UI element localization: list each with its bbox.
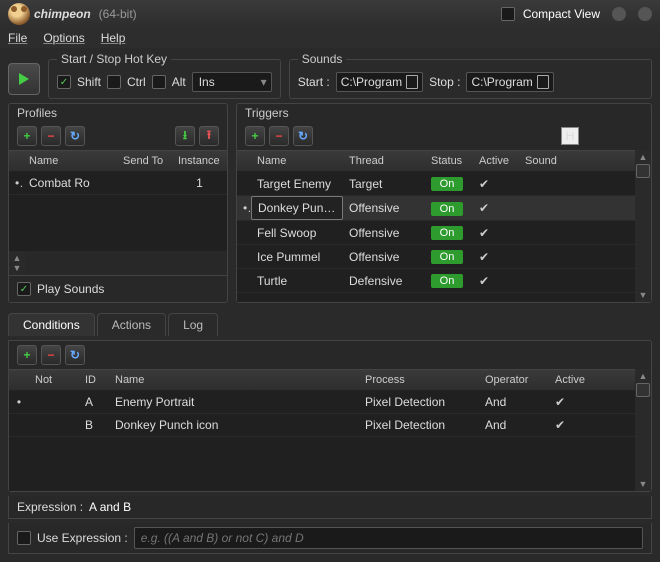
shift-label: Shift bbox=[77, 75, 101, 89]
col-cond-active[interactable]: Active bbox=[549, 370, 635, 390]
hotkey-legend: Start / Stop Hot Key bbox=[57, 52, 171, 66]
shift-checkbox[interactable]: ✓ bbox=[57, 75, 71, 89]
alt-label: Alt bbox=[172, 75, 186, 89]
trigger-row[interactable]: Fell SwoopOffensiveOn✔ bbox=[237, 221, 635, 245]
conditions-scrollbar[interactable]: ▲▼ bbox=[635, 369, 651, 491]
trigger-row[interactable]: Target EnemyTargetOn✔ bbox=[237, 172, 635, 196]
tab-log[interactable]: Log bbox=[168, 313, 218, 336]
col-trigger-name[interactable]: Name bbox=[251, 151, 343, 171]
col-operator[interactable]: Operator bbox=[479, 370, 549, 390]
condition-add-button[interactable]: + bbox=[17, 345, 37, 365]
scrollbar-handle[interactable] bbox=[636, 383, 650, 397]
profile-export-button[interactable]: ⭱ bbox=[199, 126, 219, 146]
menu-help[interactable]: Help bbox=[101, 31, 126, 45]
col-sendto[interactable]: Send To bbox=[117, 151, 172, 171]
expression-input[interactable] bbox=[134, 527, 643, 549]
condition-remove-button[interactable]: − bbox=[41, 345, 61, 365]
col-process[interactable]: Process bbox=[359, 370, 479, 390]
sounds-legend: Sounds bbox=[298, 52, 347, 66]
tab-conditions[interactable]: Conditions bbox=[8, 313, 95, 336]
trigger-add-button[interactable]: + bbox=[245, 126, 265, 146]
profiles-title: Profiles bbox=[9, 104, 227, 122]
profile-refresh-button[interactable]: ↻ bbox=[65, 126, 85, 146]
titlebar: chimpeon (64-bit) Compact View bbox=[0, 0, 660, 28]
triggers-scrollbar[interactable]: ▲▼ bbox=[635, 150, 651, 302]
stop-sound-path[interactable]: C:\Program bbox=[466, 72, 553, 92]
expression-label: Expression : bbox=[17, 500, 83, 514]
hotkey-key-combo[interactable]: Ins bbox=[192, 72, 272, 92]
menu-options[interactable]: Options bbox=[43, 31, 84, 45]
profile-row[interactable]: • Combat Ro 1 bbox=[9, 172, 227, 195]
col-sound[interactable]: Sound bbox=[519, 151, 635, 171]
col-cond-name[interactable]: Name bbox=[109, 370, 359, 390]
stop-sound-label: Stop : bbox=[429, 75, 460, 89]
col-not[interactable]: Not bbox=[29, 370, 79, 390]
tabs: Conditions Actions Log bbox=[8, 313, 652, 336]
trigger-row[interactable]: Ice PummelOffensiveOn✔ bbox=[237, 245, 635, 269]
menubar: File Options Help bbox=[0, 28, 660, 48]
trigger-h-button[interactable]: H bbox=[561, 127, 579, 145]
col-name[interactable]: Name bbox=[23, 151, 117, 171]
arch-label: (64-bit) bbox=[99, 7, 137, 21]
col-thread[interactable]: Thread bbox=[343, 151, 425, 171]
trigger-remove-button[interactable]: − bbox=[269, 126, 289, 146]
trigger-refresh-button[interactable]: ↻ bbox=[293, 126, 313, 146]
monkey-icon bbox=[8, 3, 30, 25]
ctrl-label: Ctrl bbox=[127, 75, 146, 89]
document-icon bbox=[406, 75, 418, 89]
start-sound-label: Start : bbox=[298, 75, 330, 89]
compact-view-label: Compact View bbox=[523, 7, 600, 21]
col-status[interactable]: Status bbox=[425, 151, 473, 171]
trigger-row[interactable]: TurtleDefensiveOn✔ bbox=[237, 269, 635, 293]
col-instance[interactable]: Instance bbox=[172, 151, 227, 171]
profile-add-button[interactable]: + bbox=[17, 126, 37, 146]
condition-row[interactable]: •AEnemy PortraitPixel DetectionAnd✔ bbox=[9, 391, 635, 414]
condition-refresh-button[interactable]: ↻ bbox=[65, 345, 85, 365]
condition-row[interactable]: BDonkey Punch iconPixel DetectionAnd✔ bbox=[9, 414, 635, 437]
start-sound-path[interactable]: C:\Program bbox=[336, 72, 423, 92]
scrollbar-handle[interactable] bbox=[636, 164, 650, 178]
profile-import-button[interactable]: ⭳ bbox=[175, 126, 195, 146]
play-sounds-label: Play Sounds bbox=[37, 282, 104, 296]
profiles-scrollbar[interactable]: ▲▼ bbox=[9, 251, 25, 275]
play-button[interactable] bbox=[8, 63, 40, 95]
menu-file[interactable]: File bbox=[8, 31, 27, 45]
compact-view-checkbox[interactable] bbox=[501, 7, 515, 21]
use-expression-label: Use Expression : bbox=[37, 531, 128, 545]
profile-remove-button[interactable]: − bbox=[41, 126, 61, 146]
ctrl-checkbox[interactable] bbox=[107, 75, 121, 89]
alt-checkbox[interactable] bbox=[152, 75, 166, 89]
document-icon bbox=[537, 75, 549, 89]
expression-value: A and B bbox=[89, 500, 131, 514]
close-button[interactable] bbox=[638, 7, 652, 21]
use-expression-checkbox[interactable] bbox=[17, 531, 31, 545]
col-id[interactable]: ID bbox=[79, 370, 109, 390]
col-active[interactable]: Active bbox=[473, 151, 519, 171]
app-logo: chimpeon bbox=[8, 3, 91, 25]
trigger-row[interactable]: •Donkey PunchOffensiveOn✔ bbox=[237, 196, 635, 221]
play-sounds-checkbox[interactable]: ✓ bbox=[17, 282, 31, 296]
tab-actions[interactable]: Actions bbox=[97, 313, 166, 336]
triggers-title: Triggers bbox=[237, 104, 651, 122]
app-name: chimpeon bbox=[34, 7, 91, 21]
minimize-button[interactable] bbox=[612, 7, 626, 21]
